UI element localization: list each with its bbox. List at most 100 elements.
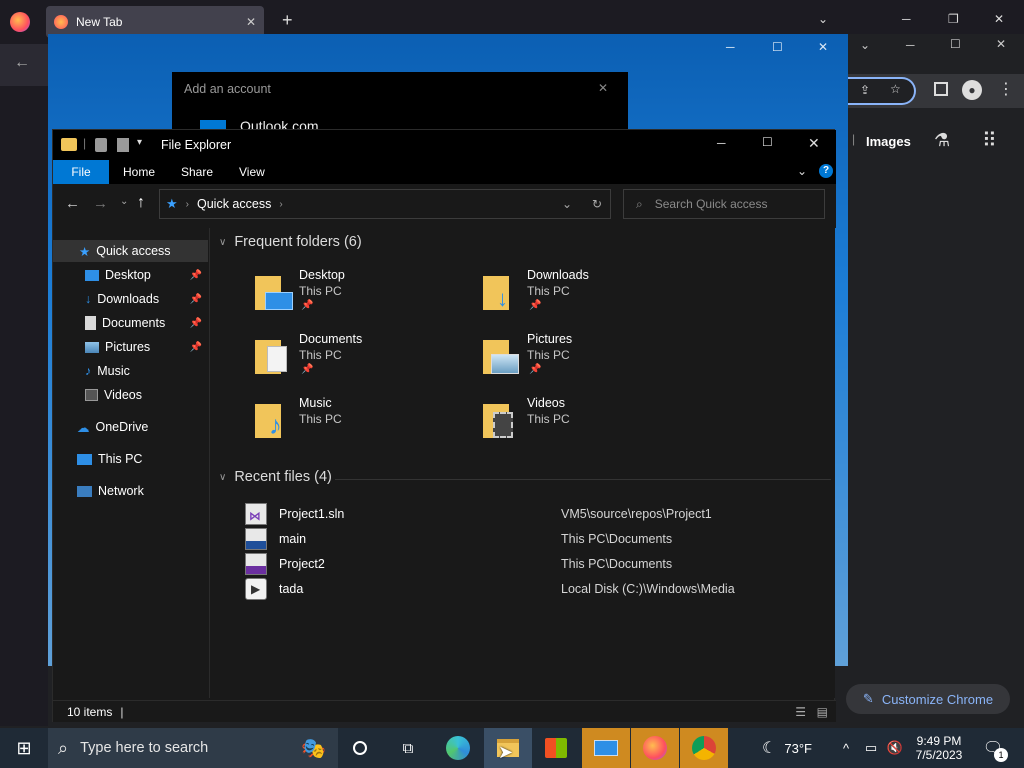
collapse-chevron-icon[interactable]: ∨ xyxy=(219,237,226,248)
up-arrow-icon[interactable]: ↑ xyxy=(137,194,145,212)
refresh-icon[interactable]: ↻ xyxy=(592,197,602,211)
chrome-close-icon[interactable]: ✕ xyxy=(996,37,1006,51)
search-box[interactable]: ⌕ Search Quick access xyxy=(623,189,825,219)
search-icon: ⌕ xyxy=(636,196,643,211)
search-highlight-icon: 🎭 xyxy=(301,737,326,760)
breadcrumb-quick-access[interactable]: Quick access xyxy=(197,197,271,211)
help-icon[interactable]: ? xyxy=(819,164,833,178)
notifications-button[interactable]: 🗨 1 xyxy=(976,728,1010,768)
nav-desktop[interactable]: Desktop 📌 xyxy=(53,264,208,286)
firefox-taskbar-button[interactable] xyxy=(631,728,679,768)
pin-icon[interactable]: 📌 xyxy=(190,270,202,281)
new-folder-icon[interactable] xyxy=(117,138,129,152)
explorer-maximize-icon[interactable]: ☐ xyxy=(762,135,773,149)
recent-file-row[interactable]: ⋈ Project1.sln VM5\source\repos\Project1 xyxy=(245,503,835,525)
collapse-chevron-icon[interactable]: ∨ xyxy=(219,472,226,483)
nav-music[interactable]: ♪ Music xyxy=(53,360,208,382)
pin-icon[interactable]: 📌 xyxy=(190,294,202,305)
taskbar-search[interactable]: ⌕ Type here to search 🎭 xyxy=(48,728,338,768)
chrome-chevron-icon[interactable]: ⌄ xyxy=(860,38,870,52)
volume-tray-icon[interactable]: 🔇 xyxy=(884,728,906,768)
customize-chrome-label: Customize Chrome xyxy=(881,691,994,707)
recent-file-row[interactable]: main This PC\Documents xyxy=(245,528,835,550)
cortana-button[interactable] xyxy=(336,728,384,768)
mail-minimize-icon[interactable]: ─ xyxy=(726,40,735,54)
task-view-button[interactable]: ⧉ xyxy=(384,728,432,768)
mouse-cursor-icon: ➤ xyxy=(498,742,514,762)
folder-tile-downloads[interactable]: ↓ Downloads This PC 📌 xyxy=(481,268,691,324)
start-button[interactable]: ⊞ xyxy=(0,728,48,768)
details-view-icon[interactable]: ☰ xyxy=(795,705,806,719)
apps-grid-icon[interactable]: ⠿ xyxy=(982,128,997,153)
chrome-minimize-icon[interactable]: ─ xyxy=(906,38,915,52)
labs-flask-icon[interactable]: ⚗ xyxy=(934,130,950,151)
dialog-close-icon[interactable]: ✕ xyxy=(598,81,608,95)
edge-taskbar-button[interactable] xyxy=(434,728,482,768)
sidepanel-icon[interactable] xyxy=(934,82,948,96)
chrome-taskbar-button[interactable] xyxy=(680,728,728,768)
share-icon[interactable]: ⇪ xyxy=(860,83,870,97)
nav-onedrive[interactable]: ☁ OneDrive xyxy=(53,416,208,438)
show-hidden-icons-button[interactable]: ^ xyxy=(836,728,856,768)
back-arrow-icon[interactable]: ← xyxy=(14,54,30,72)
tab-file[interactable]: File xyxy=(53,160,109,184)
folder-tile-music[interactable]: ♪ Music This PC xyxy=(253,396,463,452)
nav-quick-access[interactable]: ★ Quick access xyxy=(53,240,208,262)
customize-chrome-button[interactable]: ✎ Customize Chrome xyxy=(846,684,1010,714)
large-icons-view-icon[interactable]: ▤ xyxy=(817,705,828,719)
restore-icon[interactable]: ❐ xyxy=(948,12,959,26)
folder-tile-videos[interactable]: Videos This PC xyxy=(481,396,691,452)
address-bar[interactable]: ★ › Quick access › ⌄ ↻ xyxy=(159,189,611,219)
file-path: This PC\Documents xyxy=(561,532,673,546)
tab-share[interactable]: Share xyxy=(181,160,213,184)
chrome-maximize-icon[interactable]: ☐ xyxy=(950,37,961,51)
clock[interactable]: 9:49 PM 7/5/2023 xyxy=(906,728,972,768)
chevron-down-icon[interactable]: ⌄ xyxy=(818,12,828,26)
pin-icon[interactable]: 📌 xyxy=(190,342,202,353)
nav-network[interactable]: Network xyxy=(53,480,208,502)
qat-dropdown-icon[interactable]: ▾ xyxy=(137,137,142,148)
recent-locations-icon[interactable]: ⌄ xyxy=(120,196,128,207)
recent-file-row[interactable]: ▶ tada Local Disk (C:)\Windows\Media xyxy=(245,578,835,600)
profile-icon[interactable]: ● xyxy=(962,80,982,100)
nav-documents[interactable]: Documents 📌 xyxy=(53,312,208,334)
tab-view[interactable]: View xyxy=(239,160,265,184)
explorer-minimize-icon[interactable]: ─ xyxy=(717,136,726,150)
close-icon[interactable]: ✕ xyxy=(994,12,1004,26)
pin-icon[interactable]: 📌 xyxy=(190,318,202,329)
nav-pictures[interactable]: Pictures 📌 xyxy=(53,336,208,358)
weather-widget[interactable]: ☾ 73°F xyxy=(752,728,822,768)
menu-dots-icon[interactable]: ⋮ xyxy=(998,79,1014,99)
explorer-close-icon[interactable]: ✕ xyxy=(808,135,820,152)
mail-taskbar-button[interactable] xyxy=(582,728,630,768)
properties-icon[interactable] xyxy=(95,138,107,152)
forward-icon[interactable]: → xyxy=(93,195,108,212)
mail-close-icon[interactable]: ✕ xyxy=(818,40,828,54)
network-tray-icon[interactable]: ▭ xyxy=(858,728,884,768)
minimize-icon[interactable]: ─ xyxy=(902,12,911,26)
nav-this-pc[interactable]: This PC xyxy=(53,448,208,470)
chevron-up-icon: ^ xyxy=(842,740,850,756)
firefox-icon[interactable] xyxy=(10,12,30,32)
folder-tile-documents[interactable]: Documents This PC 📌 xyxy=(253,332,463,388)
network-icon xyxy=(77,485,92,497)
address-dropdown-icon[interactable]: ⌄ xyxy=(562,197,572,211)
bookmark-star-icon[interactable]: ☆ xyxy=(890,82,901,96)
frequent-folders-header[interactable]: ∨ Frequent folders (6) xyxy=(219,234,362,250)
chrome-omnibox[interactable]: ⇪ ☆ xyxy=(848,77,916,105)
recent-files-header[interactable]: ∨ Recent files (4) xyxy=(219,469,332,485)
folder-tile-pictures[interactable]: Pictures This PC 📌 xyxy=(481,332,691,388)
images-link[interactable]: Images xyxy=(866,134,911,149)
mail-maximize-icon[interactable]: ☐ xyxy=(772,40,783,54)
new-tab-icon[interactable]: + xyxy=(282,10,293,31)
store-taskbar-button[interactable] xyxy=(532,728,580,768)
close-tab-icon[interactable]: ✕ xyxy=(246,15,256,29)
weather-temp: 73°F xyxy=(784,740,812,756)
nav-downloads[interactable]: ↓ Downloads 📌 xyxy=(53,288,208,310)
recent-file-row[interactable]: Project2 This PC\Documents xyxy=(245,553,835,575)
ribbon-expand-icon[interactable]: ⌄ xyxy=(797,164,807,178)
back-icon[interactable]: ← xyxy=(65,195,80,212)
folder-tile-desktop[interactable]: Desktop This PC 📌 xyxy=(253,268,463,324)
tab-home[interactable]: Home xyxy=(123,160,155,184)
nav-videos[interactable]: Videos xyxy=(53,384,208,406)
